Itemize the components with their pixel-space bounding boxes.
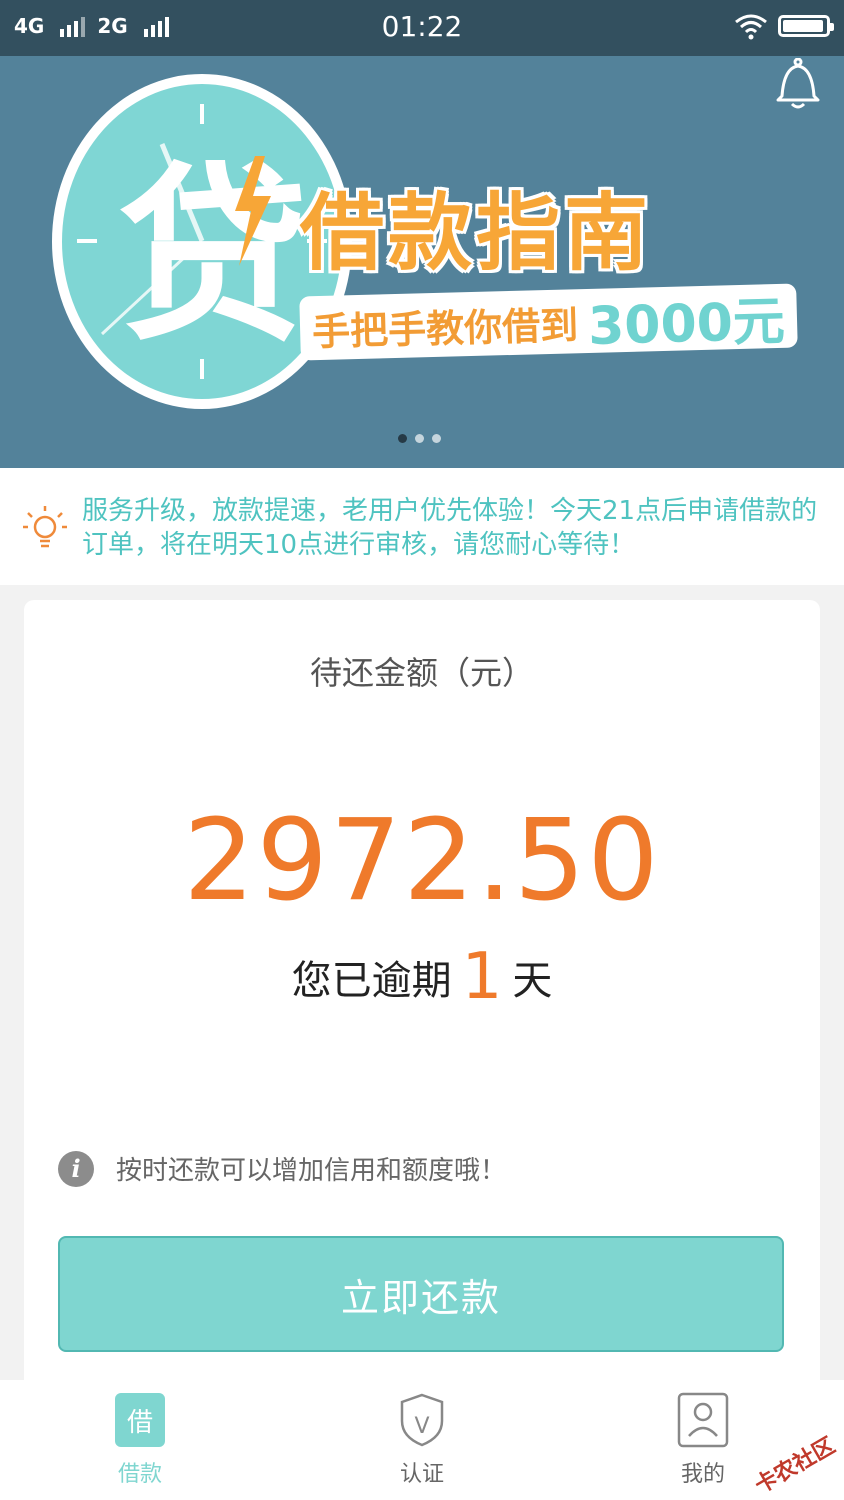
lightbulb-icon: [23, 506, 67, 548]
overdue-suffix: 天: [512, 958, 553, 1004]
tab-borrow[interactable]: 借 借款: [80, 1392, 200, 1488]
clock-time: 01:22: [381, 10, 463, 43]
repayment-tip: i 按时还款可以增加信用和额度哦！: [58, 1150, 506, 1187]
tab-verify-label: 认证: [399, 1462, 444, 1487]
tip-text: 按时还款可以增加信用和额度哦！: [116, 1156, 507, 1186]
battery-icon: [778, 15, 834, 37]
status-bar: 4G 2G 01:22: [0, 0, 844, 56]
notice-bar: 服务升级，放款提速，老用户优先体验！今天21点后申请借款的订单，将在明天10点进…: [0, 468, 844, 585]
promo-banner[interactable]: 贷 借款指南 手把手教你借到 3000元: [0, 56, 844, 468]
wifi-icon: [735, 14, 767, 40]
banner-logo: 贷: [118, 146, 309, 367]
info-icon: i: [58, 1150, 94, 1187]
tab-borrow-label: 借款: [117, 1462, 162, 1487]
banner-subtitle-text: 手把手教你借到: [311, 302, 579, 354]
repay-now-button[interactable]: 立即还款: [58, 1236, 784, 1352]
bottom-tab-bar: 借 借款 V 认证 我的 卡农社区: [0, 1380, 844, 1500]
carousel-dot[interactable]: [432, 434, 441, 443]
banner-title: 借款指南: [300, 184, 653, 282]
overdue-prefix: 您已逾期: [291, 958, 452, 1004]
repayment-amount: 2972.50: [183, 796, 661, 926]
user-icon: [677, 1392, 729, 1448]
banner-amount: 3000元: [587, 291, 786, 357]
tab-verify[interactable]: V 认证: [362, 1392, 482, 1488]
repayment-card: 待还金额（元） 2972.50 您已逾期 1 天 i 按时还款可以增加信用和额度哦！…: [24, 600, 820, 1390]
tab-mine-label: 我的: [680, 1462, 725, 1487]
status-icons: [734, 12, 834, 40]
lightning-icon: [235, 156, 271, 266]
carousel-indicator[interactable]: [398, 434, 441, 443]
banner-subtitle: 手把手教你借到 3000元: [299, 283, 798, 361]
carousel-dot[interactable]: [415, 434, 424, 443]
tab-mine[interactable]: 我的: [643, 1392, 763, 1488]
bell-icon[interactable]: [776, 58, 820, 112]
shield-letter: V: [414, 1414, 430, 1439]
carousel-dot[interactable]: [398, 434, 407, 443]
borrow-icon: 借: [115, 1393, 165, 1447]
overdue-status: 您已逾期 1 天: [24, 940, 820, 1014]
amount-label: 待还金额（元）: [309, 654, 534, 692]
notice-text: 服务升级，放款提速，老用户优先体验！今天21点后申请借款的订单，将在明天10点进…: [82, 496, 818, 560]
overdue-days: 1: [461, 940, 503, 1014]
